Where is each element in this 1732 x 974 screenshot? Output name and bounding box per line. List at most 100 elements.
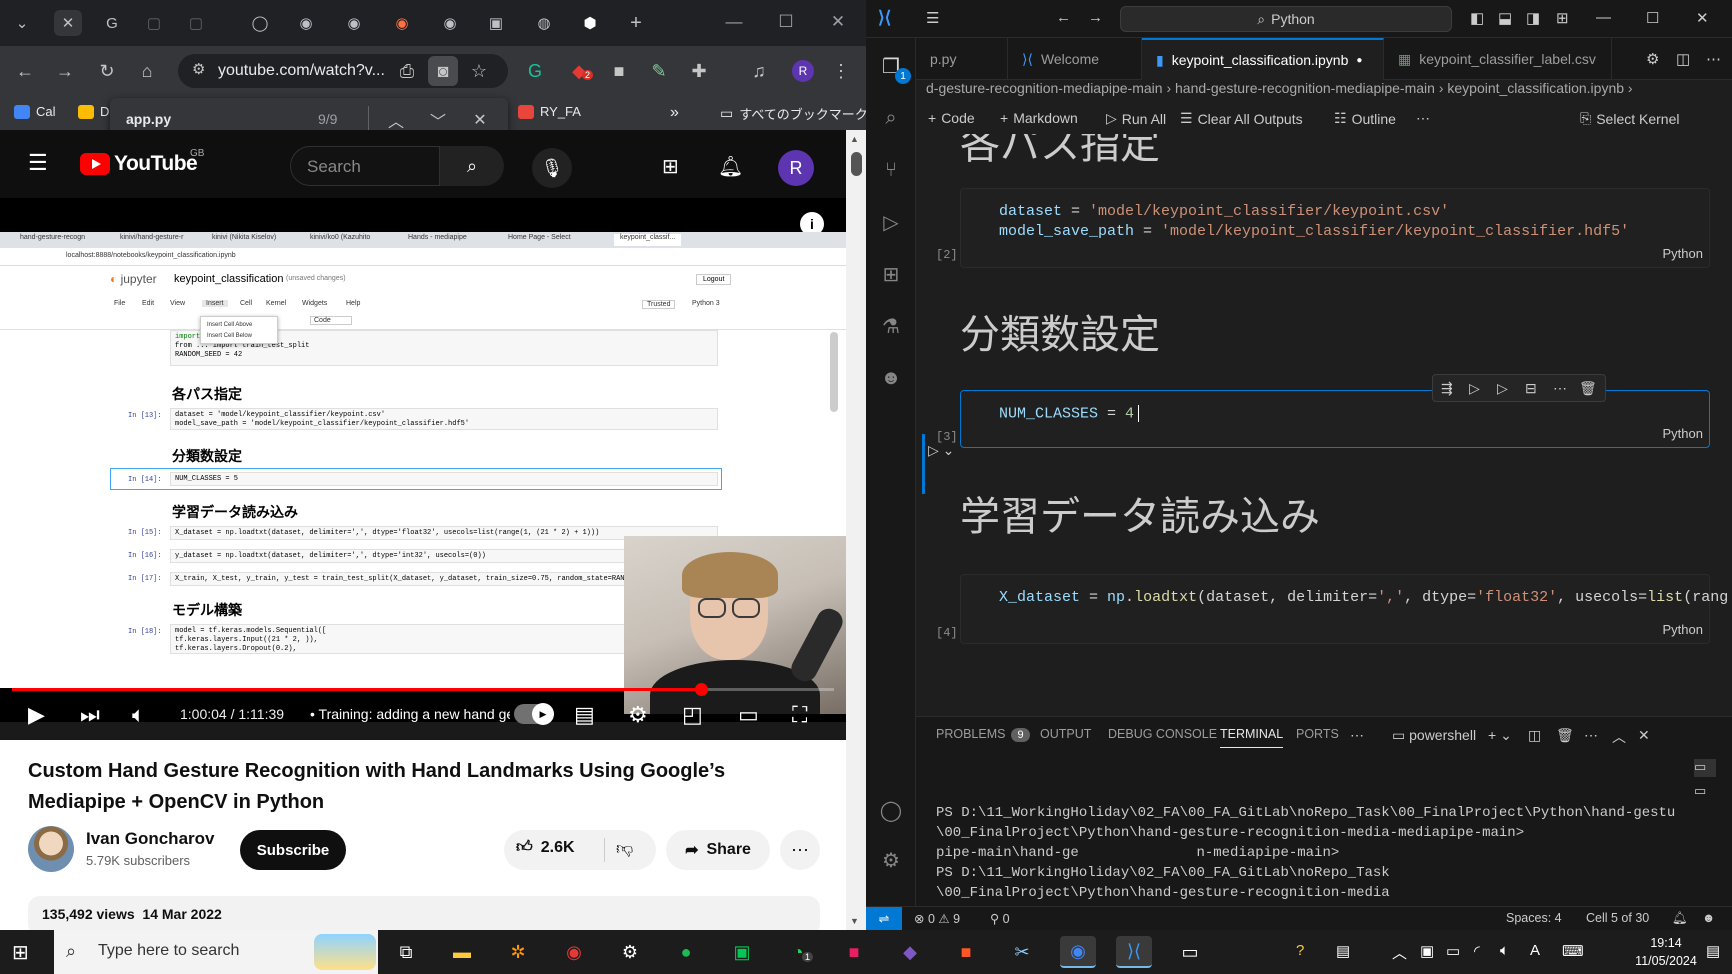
search-icon[interactable]: ⌕ [440,146,504,186]
tab-icon[interactable]: ◉ [436,10,464,36]
testing-flask-icon[interactable]: ⚗ [877,312,905,340]
extensions-icon[interactable]: ⊞ [877,260,905,288]
find-input[interactable]: app.py [126,111,171,127]
app-icon[interactable]: ■ [948,936,984,968]
all-bookmarks[interactable]: ▭ すべてのブックマーク [720,104,866,123]
split-terminal-icon[interactable]: ◫ [1528,727,1541,744]
ime-indicator[interactable]: A [1530,942,1540,959]
cell-position-status[interactable]: Cell 5 of 30 [1586,911,1649,925]
panel-more-icon[interactable]: ⋯ [1350,727,1364,744]
google-tab-icon[interactable]: G [98,10,126,36]
toggle-sidebar-icon[interactable]: ◧ [1470,9,1484,27]
execute-below-icon[interactable]: ▷ [1497,380,1508,397]
notification-center-icon[interactable]: ▤ [1706,942,1720,960]
more-toolbar-icon[interactable]: ⋯ [1416,110,1430,127]
channel-name[interactable]: Ivan Goncharov [86,829,214,849]
tab-label-csv[interactable]: ▦ keypoint_classifier_label.csv [1384,38,1612,80]
home-icon[interactable]: ⌂ [132,56,162,86]
copilot-status-icon[interactable]: ☻ [1702,911,1715,925]
terminal-shell-selector[interactable]: ▭ powershell [1392,727,1476,744]
maximize-panel-icon[interactable]: ︿ [1612,727,1626,747]
page-scrollbar[interactable]: ▲ ▼ [846,130,866,930]
tab-icon[interactable]: ◉ [388,10,416,36]
media-control-icon[interactable]: ♫ [744,56,774,86]
description-box[interactable]: 135,492 views 14 Mar 2022 [28,896,820,930]
bookmark-star-icon[interactable]: ☆ [464,56,494,86]
new-terminal-icon[interactable]: + ⌄ [1488,727,1512,744]
pen-icon[interactable]: ✎ [644,56,674,86]
like-button[interactable]: 👍︎ 2.6K [516,838,575,857]
cell-language[interactable]: Python [1663,426,1703,441]
line-icon[interactable]: ▣ [724,936,760,968]
task-view-icon[interactable]: ⧉ [388,936,424,968]
keyboard-icon[interactable]: ⌨ [1562,942,1584,960]
tab-output[interactable]: OUTPUT [1040,727,1091,741]
search-icon[interactable]: ⌕ [877,104,905,132]
tab-app-py[interactable]: p.py [916,38,1008,80]
reload-icon[interactable]: ↻ [92,56,122,86]
clock[interactable]: 19:14 11/05/2024 [1630,934,1702,970]
miniplayer-icon[interactable]: ◰ [682,702,703,728]
subtitles-icon[interactable]: ▤ [574,702,595,728]
tray-overflow-icon[interactable]: ︿ [1392,942,1407,963]
share-button[interactable]: ➦ Share [666,830,770,870]
volume-icon[interactable]: 🔈︎ [132,702,145,728]
toggle-secondary-sidebar-icon[interactable]: ◨ [1526,9,1540,27]
tab-ports[interactable]: PORTS [1296,727,1339,741]
youtube-search-input[interactable]: Search [290,146,440,186]
video-player[interactable]: i hand-gesture-recogn kinivi/hand-gestur… [0,198,846,740]
play-icon[interactable]: ▶ [28,702,45,728]
breadcrumb[interactable]: d-gesture-recognition-mediapipe-main › h… [916,80,1732,104]
extension-icon[interactable]: ■ [604,56,634,86]
execute-above-icon[interactable]: ▷ [1469,380,1480,397]
settings-gear-icon[interactable]: ⚙ [628,702,648,728]
app-icon[interactable]: ■ [836,936,872,968]
split-cell-icon[interactable]: ⊟ [1525,380,1537,397]
terminal-output[interactable]: PS D:\11_WorkingHoliday\02_FA\00_FA_GitL… [936,803,1675,903]
toggle-panel-icon[interactable]: ⬓ [1498,9,1512,27]
problems-status[interactable]: ⊗ 0 ⚠ 9 [914,911,960,926]
tab-debug-console[interactable]: DEBUG CONSOLE [1108,727,1217,741]
tab-icon[interactable]: ◍ [530,10,558,36]
tab-problems[interactable]: PROBLEMS 9 [936,727,1030,742]
youtube-avatar[interactable]: R [778,150,814,186]
manage-gear-icon[interactable]: ⚙ [877,846,905,874]
more-actions-icon[interactable]: ⋯ [780,830,820,870]
unsaved-dot-icon[interactable]: ● [1356,55,1362,66]
settings-gear-icon[interactable]: ⚙ [612,936,648,968]
scroll-up-icon[interactable]: ▲ [850,134,859,144]
scrollbar-thumb[interactable] [851,152,862,176]
create-video-icon[interactable]: ⊞ [662,154,679,179]
spotify-icon[interactable]: ● [668,936,704,968]
chapter-title[interactable]: • Training: adding a new hand ge [310,706,510,722]
wifi-icon[interactable]: ◜ [1474,942,1480,960]
tab-icon[interactable]: ▢ [182,10,210,36]
back-icon[interactable]: ← [10,56,40,86]
file-explorer-icon[interactable]: ▬ [444,936,480,968]
git-icon[interactable]: ◆ [892,936,928,968]
add-markdown-cell-button[interactable]: + Markdown [1000,110,1078,126]
run-cell-icon[interactable]: ▷ ⌄ [928,442,954,459]
taskbar-search[interactable]: ⌕ Type here to search [54,930,378,974]
maximize-icon[interactable]: ☐ [764,8,808,36]
dislike-button[interactable]: 👎︎ [616,838,633,859]
code-line[interactable]: NUM_CLASSES = 4 [999,405,1140,422]
command-center-search[interactable]: ⌕ Python [1120,6,1452,32]
news-widget-icon[interactable]: ▤ [1336,942,1350,960]
microphone-icon[interactable]: 🎙 [532,148,572,188]
tab-icon[interactable]: ◉ [340,10,368,36]
close-icon[interactable]: ✕ [816,8,860,36]
whatsapp-icon[interactable]: ◔ 1 [780,936,816,968]
vscode-taskbar-icon[interactable]: ⟩⟨ [1116,936,1152,968]
help-icon[interactable]: ? [1296,942,1304,959]
code-cell[interactable]: X_dataset = np.loadtxt(dataset, delimite… [960,574,1728,644]
run-all-button[interactable]: ▷ Run All [1106,110,1166,127]
outline-button[interactable]: ☷ Outline [1334,110,1396,127]
scroll-down-icon[interactable]: ▼ [850,916,859,926]
menu-icon[interactable]: ☰ [926,9,939,27]
select-kernel-button[interactable]: ⎘ Select Kernel [1580,110,1679,127]
close-panel-icon[interactable]: ✕ [1638,727,1650,744]
minimize-icon[interactable]: — [1596,9,1611,26]
delete-cell-icon[interactable]: 🗑︎ [1579,380,1597,397]
forward-icon[interactable]: → [50,56,80,86]
